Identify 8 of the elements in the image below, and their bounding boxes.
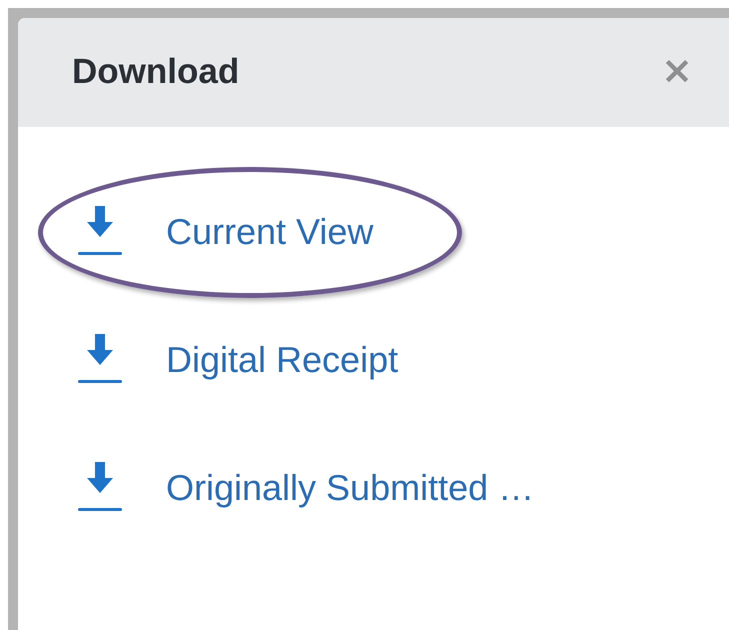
close-button[interactable]: × xyxy=(655,50,699,88)
download-link[interactable]: Originally Submitted … xyxy=(38,422,540,554)
download-link[interactable]: Current View xyxy=(38,166,462,298)
download-icon xyxy=(78,462,122,514)
download-link[interactable]: Digital Receipt xyxy=(38,294,462,426)
download-icon xyxy=(78,206,122,258)
dialog-title: Download xyxy=(72,52,240,92)
download-icon xyxy=(78,334,122,386)
